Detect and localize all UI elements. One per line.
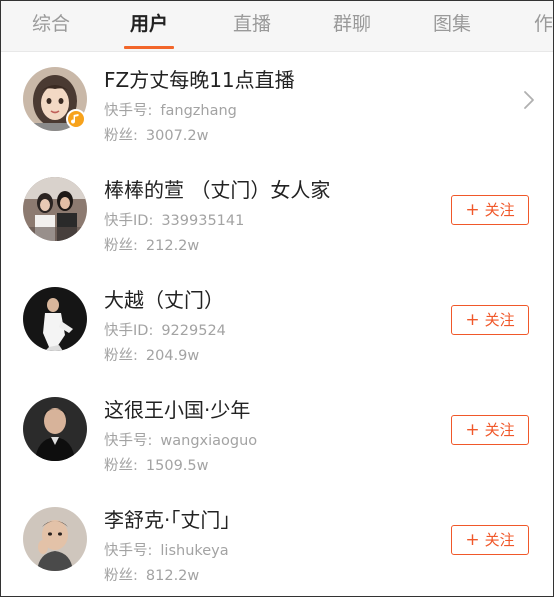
follow-button[interactable]: + 关注	[451, 525, 529, 555]
user-list: FZ方丈每晚11点直播 快手号: fangzhang 粉丝: 3007.2w 棒…	[1, 52, 553, 596]
user-id-label: 快手ID:	[104, 213, 154, 229]
plus-icon: +	[465, 310, 480, 330]
avatar-image-photo	[23, 287, 87, 351]
avatar[interactable]	[23, 397, 87, 461]
tab-group-chat[interactable]: 群聊	[333, 9, 371, 41]
music-badge-icon	[66, 109, 86, 129]
follow-button[interactable]: + 关注	[451, 415, 529, 445]
user-row[interactable]: 棒棒的萱 （丈门）女人家 快手ID: 339935141 粉丝: 212.2w + 关…	[1, 162, 553, 272]
follow-button[interactable]: + 关注	[451, 305, 529, 335]
user-id-line: 快手ID: 9229524	[104, 322, 226, 340]
plus-icon: +	[465, 530, 480, 550]
avatar[interactable]	[23, 177, 87, 241]
fans-label: 粉丝:	[104, 568, 138, 584]
user-name[interactable]: 这很王小国·少年	[104, 398, 250, 422]
user-id-label: 快手号:	[104, 433, 153, 449]
user-row[interactable]: 李舒克·「丈门」 快手号: lishukeya 粉丝: 812.2w + 关注	[1, 492, 553, 596]
user-row[interactable]: 大越（丈门） 快手ID: 9229524 粉丝: 204.9w + 关注	[1, 272, 553, 382]
fans-label: 粉丝:	[104, 128, 138, 144]
fans-line: 粉丝: 3007.2w	[104, 127, 209, 145]
avatar-image-photo	[23, 177, 87, 241]
tab-albums[interactable]: 图集	[433, 9, 471, 41]
user-id-line: 快手号: lishukeya	[104, 542, 229, 560]
fans-line: 粉丝: 212.2w	[104, 237, 199, 255]
user-name[interactable]: 李舒克·「丈门」	[104, 508, 240, 532]
tab-users[interactable]: 用户	[130, 9, 168, 41]
avatar[interactable]	[23, 287, 87, 351]
user-id-line: 快手号: fangzhang	[104, 102, 237, 120]
user-row[interactable]: FZ方丈每晚11点直播 快手号: fangzhang 粉丝: 3007.2w	[1, 52, 553, 162]
user-name[interactable]: 棒棒的萱 （丈门）女人家	[104, 178, 330, 202]
plus-icon: +	[465, 200, 480, 220]
fans-value: 1509.5w	[145, 458, 209, 474]
tab-works-partial[interactable]: 作	[534, 9, 553, 41]
follow-button[interactable]: + 关注	[451, 195, 529, 225]
avatar-image-photo	[23, 397, 87, 461]
tab-live[interactable]: 直播	[233, 9, 271, 41]
fans-value: 204.9w	[145, 348, 200, 364]
user-id-label: 快手号:	[104, 543, 153, 559]
fans-label: 粉丝:	[104, 458, 138, 474]
chevron-right-icon[interactable]	[520, 89, 538, 111]
follow-label: 关注	[484, 531, 515, 549]
fans-value: 812.2w	[145, 568, 200, 584]
active-tab-indicator	[124, 46, 174, 49]
follow-label: 关注	[484, 201, 515, 219]
user-id-value: wangxiaoguo	[160, 433, 258, 449]
user-id-label: 快手号:	[104, 103, 153, 119]
user-name[interactable]: 大越（丈门）	[104, 288, 224, 312]
tab-comprehensive[interactable]: 综合	[32, 9, 70, 41]
user-id-line: 快手号: wangxiaoguo	[104, 432, 257, 450]
user-row[interactable]: 这很王小国·少年 快手号: wangxiaoguo 粉丝: 1509.5w + 关注	[1, 382, 553, 492]
user-id-line: 快手ID: 339935141	[104, 212, 244, 230]
fans-label: 粉丝:	[104, 238, 138, 254]
user-id-value: 9229524	[161, 323, 226, 339]
avatar-image-photo	[23, 507, 87, 571]
fans-line: 粉丝: 812.2w	[104, 567, 199, 585]
plus-icon: +	[465, 420, 480, 440]
app-frame: 综合 用户 直播 群聊 图集 作 FZ方丈每晚11点直播 快手号: fangzh…	[0, 0, 554, 597]
user-id-value: fangzhang	[160, 103, 237, 119]
user-id-value: 339935141	[161, 213, 245, 229]
fans-label: 粉丝:	[104, 348, 138, 364]
follow-label: 关注	[484, 311, 515, 329]
user-name[interactable]: FZ方丈每晚11点直播	[104, 68, 295, 92]
follow-label: 关注	[484, 421, 515, 439]
fans-line: 粉丝: 1509.5w	[104, 457, 209, 475]
search-tab-bar: 综合 用户 直播 群聊 图集 作	[1, 1, 553, 52]
avatar[interactable]	[23, 507, 87, 571]
user-id-label: 快手ID:	[104, 323, 154, 339]
fans-value: 212.2w	[145, 238, 200, 254]
user-id-value: lishukeya	[160, 543, 229, 559]
fans-line: 粉丝: 204.9w	[104, 347, 199, 365]
fans-value: 3007.2w	[145, 128, 209, 144]
